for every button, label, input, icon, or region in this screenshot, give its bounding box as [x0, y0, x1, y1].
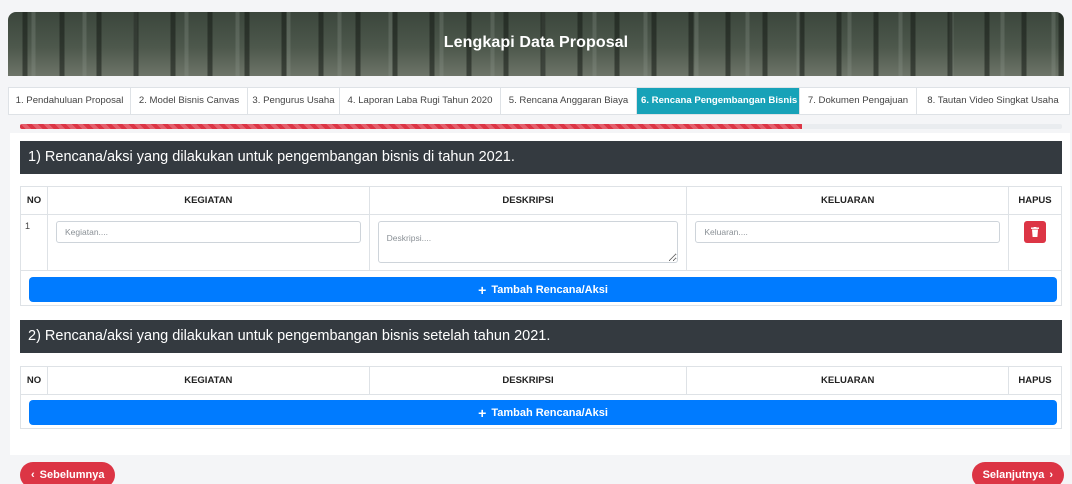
next-label: Selanjutnya — [982, 469, 1045, 481]
previous-label: Sebelumnya — [39, 469, 105, 481]
add-rencana-label: Tambah Rencana/Aksi — [491, 283, 608, 296]
trash-icon — [1031, 227, 1039, 237]
kegiatan-input[interactable] — [55, 221, 361, 243]
wizard-tabs: 1. Pendahuluan Proposal 2. Model Bisnis … — [8, 87, 1070, 115]
keluaran-input[interactable] — [695, 221, 1000, 243]
next-button[interactable]: Selanjutnya › — [971, 462, 1064, 484]
section-1-table: NO KEGIATAN DESKRIPSI KELUARAN HAPUS 1 — [20, 186, 1062, 271]
column-header-kegiatan: KEGIATAN — [46, 366, 370, 395]
chevron-left-icon: ‹ — [31, 469, 35, 481]
tab-pendahuluan-proposal[interactable]: 1. Pendahuluan Proposal — [9, 88, 131, 114]
section-2-header: 2) Rencana/aksi yang dilakukan untuk pen… — [20, 320, 1062, 353]
column-header-no: NO — [20, 366, 48, 395]
table-row: 1 — [20, 214, 1062, 271]
section-1-add-row: + Tambah Rencana/Aksi — [20, 271, 1062, 306]
page-title: Lengkapi Data Proposal — [443, 34, 629, 51]
previous-button[interactable]: ‹ Sebelumnya — [20, 462, 116, 484]
column-header-deskripsi: DESKRIPSI — [368, 186, 688, 215]
tab-pengurus-usaha[interactable]: 3. Pengurus Usaha — [248, 88, 340, 114]
column-header-hapus: HAPUS — [1008, 186, 1062, 215]
tab-rencana-pengembangan-bisnis[interactable]: 6. Rencana Pengembangan Bisnis — [637, 88, 800, 114]
progress-bar-fill — [20, 124, 802, 129]
plus-icon: + — [478, 281, 487, 298]
add-rencana-label: Tambah Rencana/Aksi — [491, 406, 608, 419]
tab-laporan-laba-rugi[interactable]: 4. Laporan Laba Rugi Tahun 2020 — [340, 88, 501, 114]
row-number: 1 — [20, 214, 48, 271]
column-header-keluaran: KELUARAN — [686, 186, 1009, 215]
tab-model-bisnis-canvas[interactable]: 2. Model Bisnis Canvas — [131, 88, 248, 114]
header-banner: Lengkapi Data Proposal — [8, 12, 1064, 76]
column-header-deskripsi: DESKRIPSI — [368, 366, 688, 395]
delete-row-button[interactable] — [1024, 221, 1046, 243]
plus-icon: + — [478, 404, 487, 421]
tab-rencana-anggaran-biaya[interactable]: 5. Rencana Anggaran Biaya — [501, 88, 637, 114]
column-header-kegiatan: KEGIATAN — [46, 186, 370, 215]
section-1-header: 1) Rencana/aksi yang dilakukan untuk pen… — [20, 141, 1062, 174]
chevron-right-icon: › — [1049, 469, 1053, 481]
add-rencana-button-1[interactable]: + Tambah Rencana/Aksi — [29, 277, 1057, 302]
tab-dokumen-pengajuan[interactable]: 7. Dokumen Pengajuan — [800, 88, 917, 114]
deskripsi-textarea[interactable] — [377, 221, 679, 263]
column-header-hapus: HAPUS — [1008, 366, 1062, 395]
column-header-keluaran: KELUARAN — [686, 366, 1009, 395]
section-2-table: NO KEGIATAN DESKRIPSI KELUARAN HAPUS — [20, 366, 1062, 395]
section-2-add-row: + Tambah Rencana/Aksi — [20, 394, 1062, 429]
progress-bar — [20, 124, 1062, 129]
add-rencana-button-2[interactable]: + Tambah Rencana/Aksi — [29, 400, 1057, 425]
column-header-no: NO — [20, 186, 48, 215]
tab-tautan-video[interactable]: 8. Tautan Video Singkat Usaha — [917, 88, 1069, 114]
